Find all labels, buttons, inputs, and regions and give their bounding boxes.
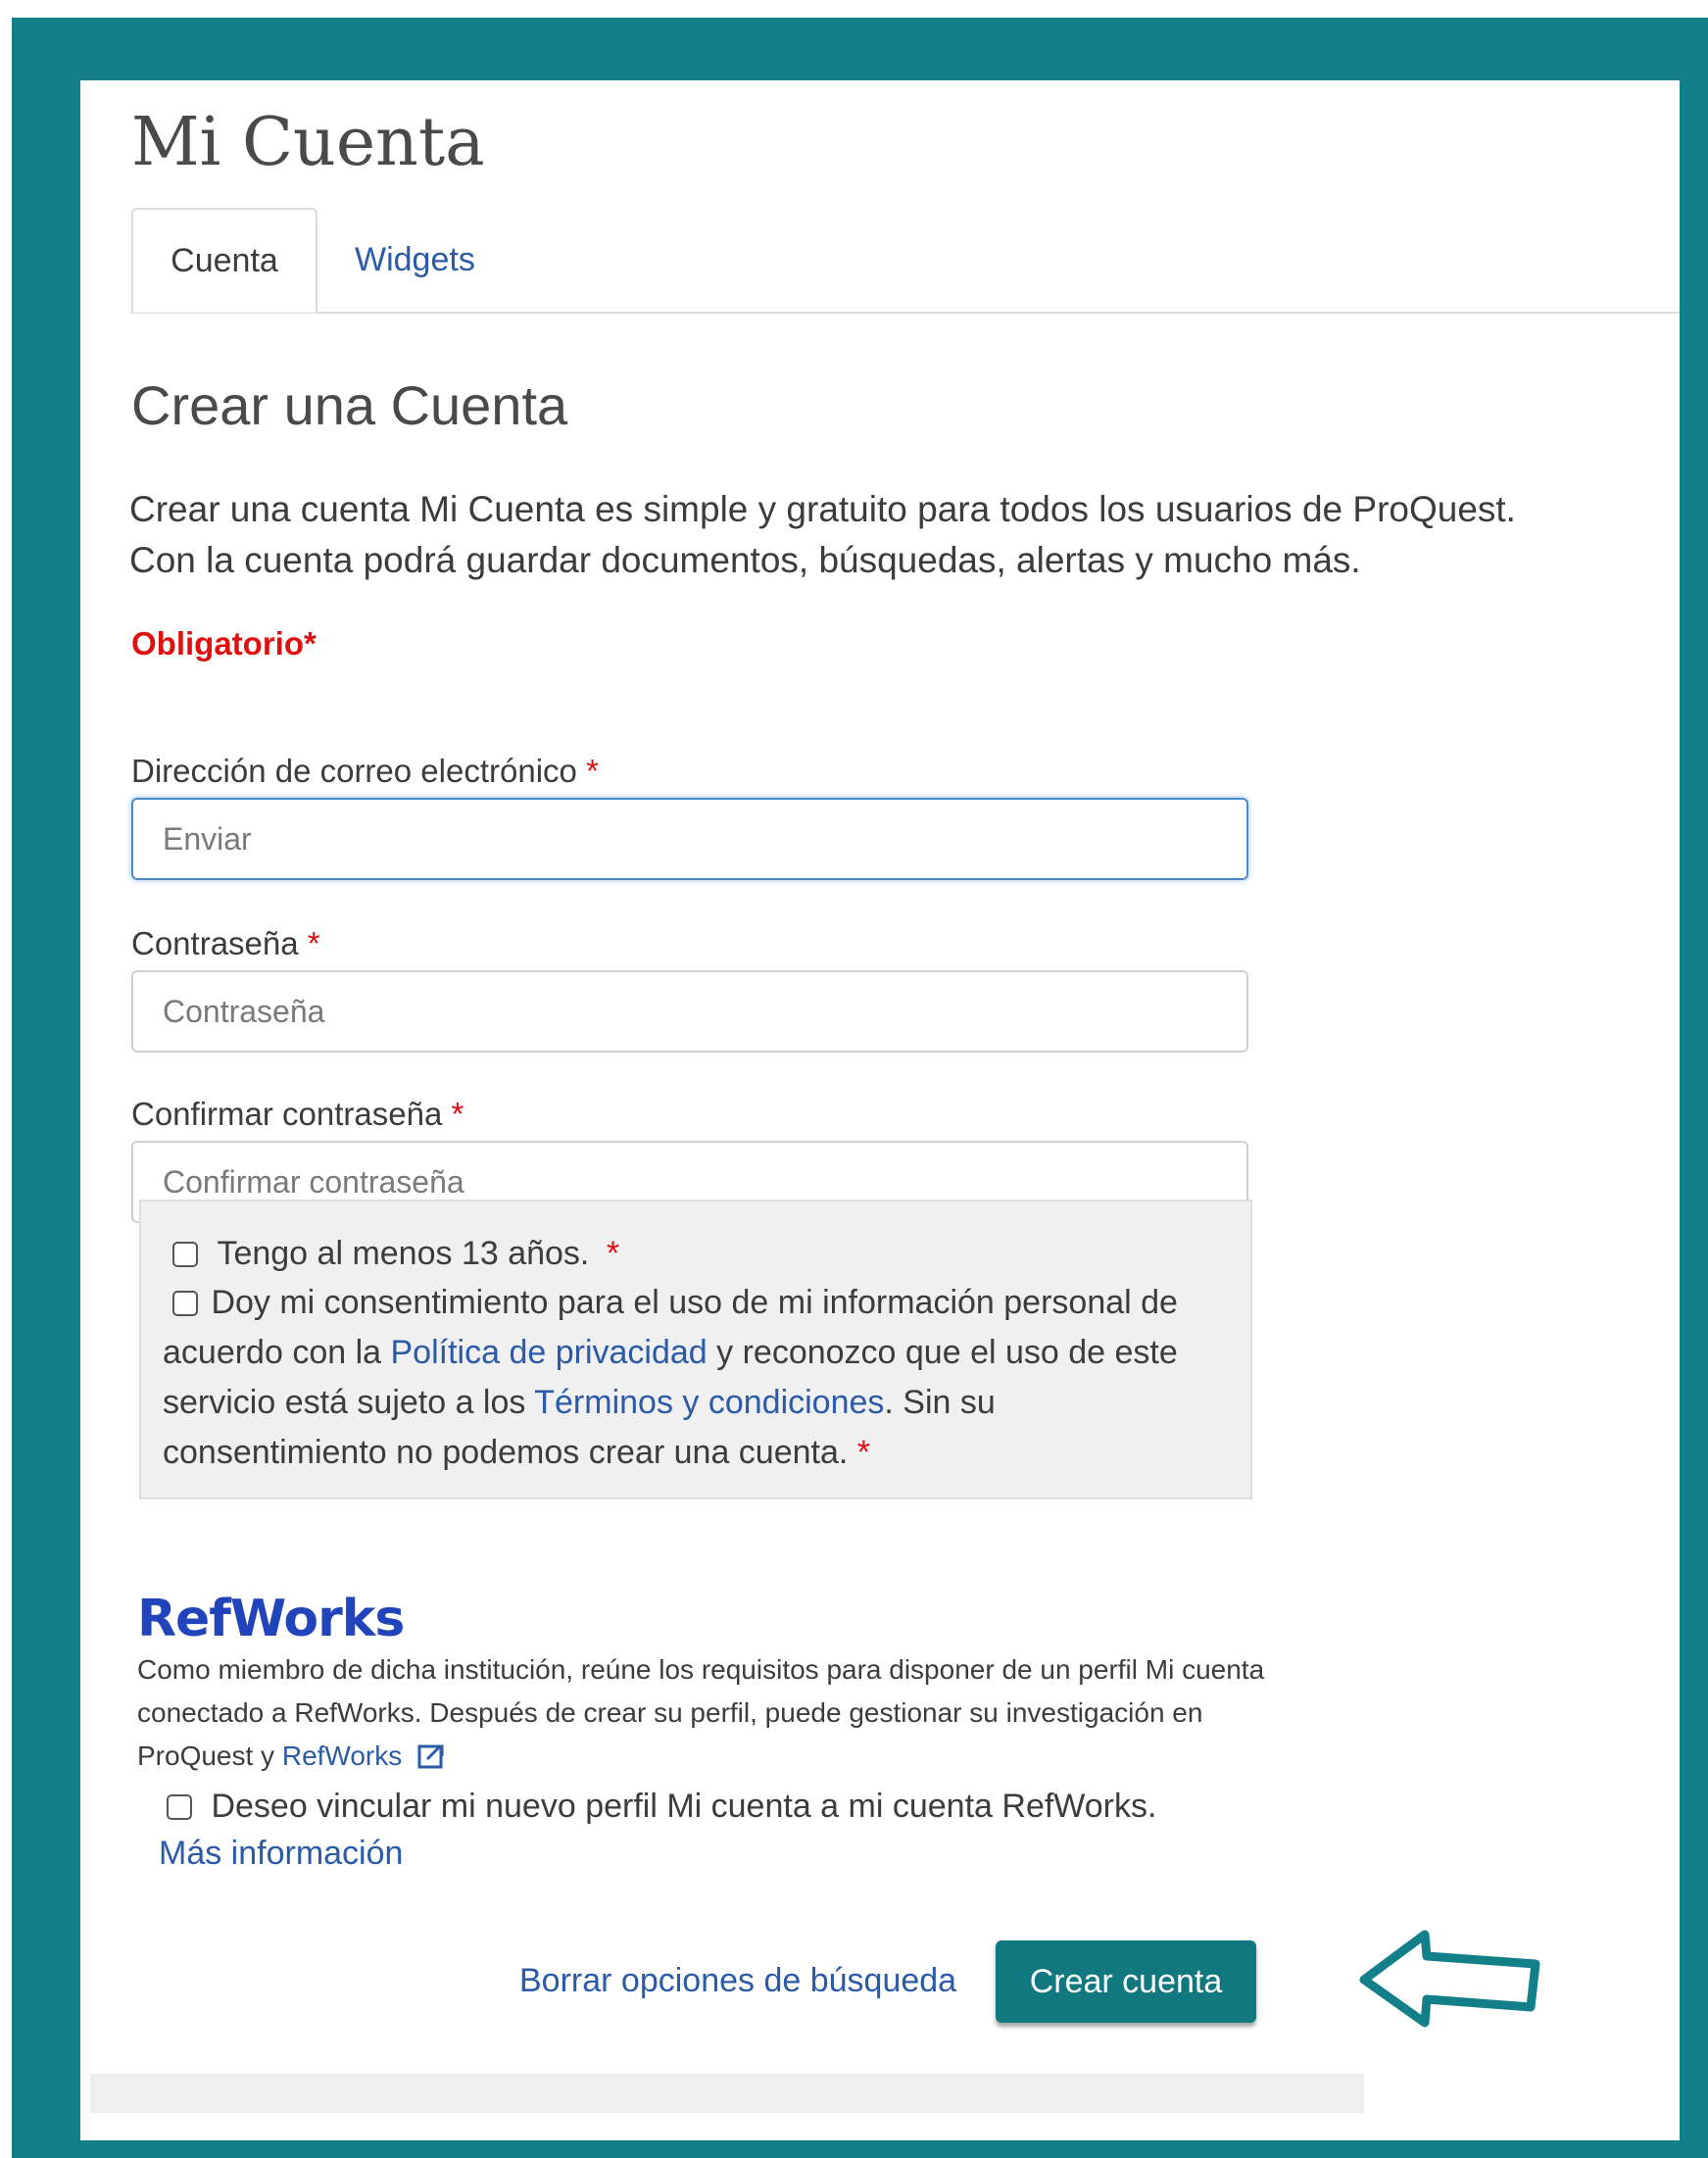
required-star: * bbox=[856, 1434, 871, 1471]
refworks-link-label: Deseo vincular mi nuevo perfil Mi cuenta… bbox=[211, 1788, 1157, 1825]
required-star: * bbox=[606, 1235, 620, 1272]
required-note: Obligatorio* bbox=[131, 625, 317, 662]
consent-paragraph: Doy mi consentimiento para el uso de mi … bbox=[163, 1278, 1221, 1478]
clear-search-options-link[interactable]: Borrar opciones de búsqueda bbox=[519, 1962, 956, 2000]
create-account-button[interactable]: Crear cuenta bbox=[996, 1940, 1256, 2023]
footer-bar bbox=[90, 2074, 1364, 2113]
refworks-link-row: Deseo vincular mi nuevo perfil Mi cuenta… bbox=[167, 1788, 1156, 1826]
refworks-description: Como miembro de dicha institución, reúne… bbox=[137, 1648, 1274, 1778]
tab-widgets[interactable]: Widgets bbox=[355, 208, 475, 313]
consent-checkbox[interactable] bbox=[172, 1291, 198, 1316]
email-label: Dirección de correo electrónico * bbox=[131, 753, 599, 790]
intro-line-2: Con la cuenta podrá guardar documentos, … bbox=[129, 540, 1361, 580]
email-field[interactable] bbox=[131, 798, 1248, 880]
more-info-link[interactable]: Más información bbox=[159, 1835, 403, 1873]
external-link-icon[interactable] bbox=[417, 1739, 445, 1769]
password-label-text: Contraseña bbox=[131, 925, 299, 961]
password-field[interactable] bbox=[131, 970, 1248, 1053]
consent-box: Tengo al menos 13 años. * Doy mi consent… bbox=[139, 1200, 1252, 1499]
teal-frame: Mi Cuenta Cuenta Widgets Crear una Cuent… bbox=[12, 18, 1708, 2158]
privacy-policy-link[interactable]: Política de privacidad bbox=[391, 1334, 708, 1371]
age-label: Tengo al menos 13 años. bbox=[217, 1235, 590, 1272]
password-label: Contraseña * bbox=[131, 925, 320, 962]
age-row: Tengo al menos 13 años. * bbox=[172, 1229, 619, 1279]
terms-link[interactable]: Términos y condiciones bbox=[534, 1384, 884, 1421]
intro-line-1: Crear una cuenta Mi Cuenta es simple y g… bbox=[129, 489, 1516, 529]
required-star: * bbox=[451, 1096, 464, 1132]
required-star: * bbox=[586, 753, 599, 789]
confirm-password-label-text: Confirmar contraseña bbox=[131, 1096, 443, 1132]
account-panel: Mi Cuenta Cuenta Widgets Crear una Cuent… bbox=[80, 80, 1680, 2140]
required-star: * bbox=[307, 925, 320, 961]
refworks-logo: RefWorks bbox=[137, 1590, 405, 1648]
confirm-password-label: Confirmar contraseña * bbox=[131, 1096, 464, 1133]
refworks-link-checkbox[interactable] bbox=[167, 1794, 192, 1820]
age-checkbox[interactable] bbox=[172, 1242, 198, 1267]
left-arrow-icon bbox=[1359, 1930, 1540, 2028]
page-title: Mi Cuenta bbox=[131, 104, 485, 181]
refworks-link[interactable]: RefWorks bbox=[282, 1741, 402, 1771]
tab-cuenta[interactable]: Cuenta bbox=[131, 208, 317, 313]
intro-text: Crear una cuenta Mi Cuenta es simple y g… bbox=[129, 484, 1678, 586]
section-heading: Crear una Cuenta bbox=[131, 374, 568, 436]
email-label-text: Dirección de correo electrónico bbox=[131, 753, 577, 789]
